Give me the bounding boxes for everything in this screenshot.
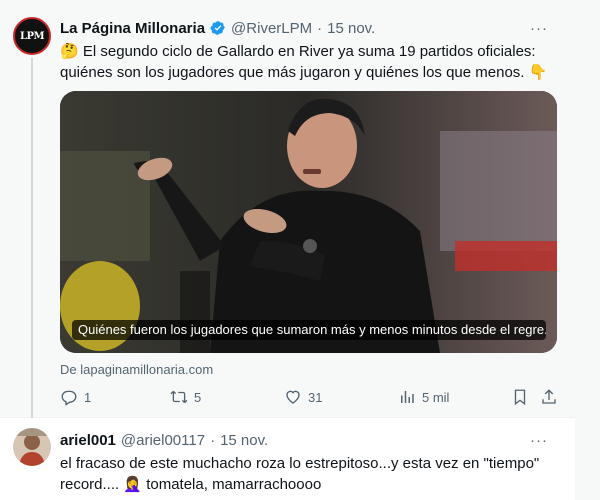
avatar[interactable] <box>13 428 51 466</box>
bookmark-button[interactable] <box>511 387 529 407</box>
tweet-header: La Página Millonaria @RiverLPM · 15 nov. <box>60 18 375 38</box>
avatar-photo <box>13 428 51 466</box>
like-count: 31 <box>308 389 323 405</box>
link-card-image[interactable] <box>60 91 557 353</box>
author-name[interactable]: La Página Millonaria <box>60 20 205 37</box>
reply-text: el fracaso de este muchacho roza lo estr… <box>60 455 540 493</box>
scrollbar[interactable] <box>575 0 600 500</box>
author-handle[interactable]: @RiverLPM <box>231 20 312 37</box>
more-options-icon[interactable]: ··· <box>529 430 549 450</box>
link-card-title[interactable]: Quiénes fueron los jugadores que sumaron… <box>72 320 546 340</box>
reply-author-handle[interactable]: @ariel00117 <box>121 432 205 449</box>
reply-icon <box>61 390 77 406</box>
timeline: LPM La Página Millonaria @RiverLPM · 15 … <box>0 0 575 500</box>
analytics-icon <box>401 391 414 403</box>
retweet-icon <box>170 390 188 404</box>
tweet-text: 🤔 El segundo ciclo de Gallardo en River … <box>60 41 560 83</box>
tweet-main[interactable]: LPM La Página Millonaria @RiverLPM · 15 … <box>0 0 575 418</box>
tweet-body: El segundo ciclo de Gallardo en River ya… <box>60 43 536 81</box>
more-options-icon[interactable]: ··· <box>529 18 549 38</box>
share-button[interactable] <box>540 387 558 407</box>
bookmark-icon <box>514 389 526 406</box>
heart-icon <box>286 390 300 404</box>
view-count: 5 mil <box>422 389 450 405</box>
thread-line <box>31 58 33 418</box>
tweet-actions: 1 5 31 5 mil <box>60 387 560 407</box>
coach-photo <box>60 91 557 353</box>
retweet-button[interactable]: 5 <box>170 387 201 407</box>
share-icon <box>542 389 556 404</box>
reply-header: ariel001 @ariel00117 · 15 nov. <box>60 430 268 450</box>
avatar[interactable]: LPM <box>13 17 51 55</box>
reply-button[interactable]: 1 <box>60 387 91 407</box>
tweet-date[interactable]: 15 nov. <box>327 20 375 37</box>
thinking-emoji: 🤔 <box>60 43 79 60</box>
link-source[interactable]: De lapaginamillonaria.com <box>60 362 213 377</box>
separator-dot: · <box>210 431 216 449</box>
avatar-logo-text: LPM <box>19 30 45 42</box>
retweet-count: 5 <box>194 389 202 405</box>
reply-count: 1 <box>84 389 92 405</box>
reply-date[interactable]: 15 nov. <box>220 432 268 449</box>
like-button[interactable]: 31 <box>284 387 322 407</box>
pointing-down-emoji: 👇 <box>528 64 548 81</box>
views-button[interactable]: 5 mil <box>398 387 449 407</box>
reply-author-name[interactable]: ariel001 <box>60 432 116 449</box>
separator-dot: · <box>317 19 323 37</box>
verified-badge-icon <box>210 21 225 35</box>
